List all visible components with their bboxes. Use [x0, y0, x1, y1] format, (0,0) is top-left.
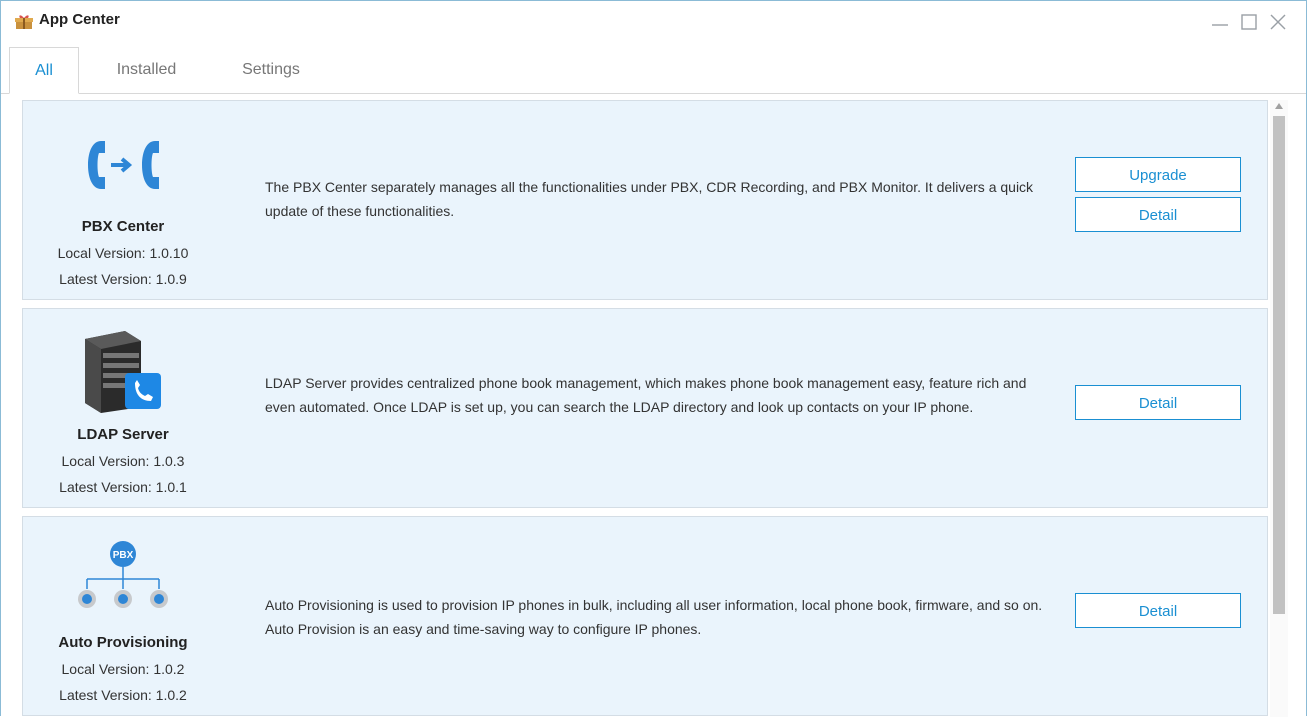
app-name: LDAP Server: [77, 426, 169, 443]
latest-version: Latest Version: 1.0.1: [59, 479, 187, 495]
minimize-icon[interactable]: [1211, 13, 1229, 31]
app-center-window: App Center All Installed Settings PBX Ce…: [0, 0, 1307, 717]
app-description: Auto Provisioning is used to provision I…: [265, 597, 1043, 637]
pbx-tree-icon: PBX: [78, 541, 168, 608]
scroll-thumb[interactable]: [1273, 116, 1285, 614]
call-transfer-icon: [88, 141, 159, 189]
tab-bar: All Installed Settings: [1, 47, 1306, 94]
app-card-ldap-server: LDAP Server Local Version: 1.0.3 Latest …: [22, 308, 1268, 508]
app-card-pbx-center: PBX Center Local Version: 1.0.10 Latest …: [22, 100, 1268, 300]
detail-button[interactable]: Detail: [1075, 197, 1241, 232]
tab-all[interactable]: All: [9, 47, 79, 94]
detail-button[interactable]: Detail: [1075, 385, 1241, 420]
maximize-icon[interactable]: [1240, 13, 1258, 31]
scroll-up-arrow-icon[interactable]: [1274, 102, 1284, 110]
local-version: Local Version: 1.0.2: [61, 661, 185, 677]
latest-version: Latest Version: 1.0.9: [59, 271, 187, 287]
latest-version: Latest Version: 1.0.2: [59, 687, 187, 703]
app-description: The PBX Center separately manages all th…: [265, 179, 1034, 219]
close-icon[interactable]: [1269, 13, 1287, 31]
local-version: Local Version: 1.0.3: [61, 453, 185, 469]
pbx-label: PBX: [113, 550, 134, 561]
app-card-auto-provisioning: PBX Auto Provisioning Local Version: 1.0…: [22, 516, 1268, 716]
server-phone-icon: [85, 331, 161, 413]
local-version: Local Version: 1.0.10: [57, 245, 189, 261]
tab-installed[interactable]: Installed: [99, 47, 194, 93]
window-title: App Center: [39, 11, 120, 28]
app-list: PBX Center Local Version: 1.0.10 Latest …: [22, 100, 1269, 717]
vertical-scrollbar[interactable]: [1270, 100, 1288, 717]
app-description: LDAP Server provides centralized phone b…: [265, 375, 1027, 415]
app-name: PBX Center: [81, 218, 165, 235]
upgrade-button[interactable]: Upgrade: [1075, 157, 1241, 192]
detail-button[interactable]: Detail: [1075, 593, 1241, 628]
title-bar[interactable]: App Center: [1, 1, 1306, 41]
tab-settings[interactable]: Settings: [226, 47, 316, 93]
gift-box-icon: [15, 15, 33, 29]
app-name: Auto Provisioning: [58, 634, 188, 651]
